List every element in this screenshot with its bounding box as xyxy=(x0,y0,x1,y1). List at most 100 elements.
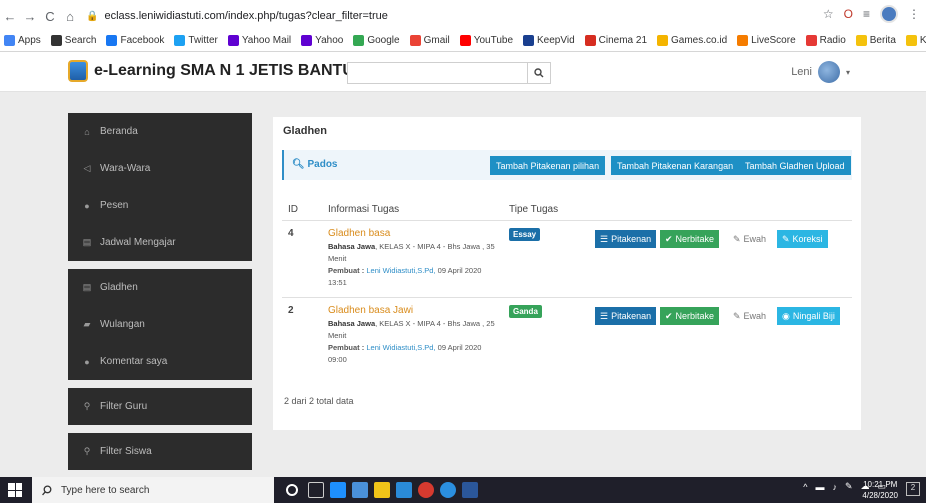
bookmark-item[interactable]: Search xyxy=(50,34,96,46)
sidebar-item-wulangan[interactable]: ▰ Wulangan xyxy=(68,306,252,343)
pagination-summary: 2 dari 2 total data xyxy=(284,396,354,406)
bookmark-item[interactable]: Radio xyxy=(805,34,846,46)
nerbitake-button[interactable]: ✔ Nerbitake xyxy=(660,230,720,248)
menu-icon[interactable]: ⋮ xyxy=(908,7,920,21)
sidebar-group: ▤ Gladhen ▰ Wulangan ● Komentar saya xyxy=(68,269,252,380)
chevron-up-icon[interactable]: ^ xyxy=(803,482,807,492)
volume-icon[interactable]: ♪ xyxy=(832,482,837,492)
address-bar[interactable]: 🔒 eclass.leniwidiastuti.com/index.php/tu… xyxy=(86,5,786,27)
sidebar-item-komentar-saya[interactable]: ● Komentar saya xyxy=(68,343,252,380)
type-badge-essay: Essay xyxy=(509,228,541,241)
bookmark-icon xyxy=(459,34,471,46)
task-title-link[interactable]: Gladhen basa xyxy=(328,228,390,239)
avatar xyxy=(817,61,840,83)
bookmark-item[interactable]: KeepVid xyxy=(523,34,575,46)
address-row: ← → C ⌂ 🔒 eclass.leniwidiastuti.com/inde… xyxy=(0,4,926,28)
author-link[interactable]: Leni Widiastuti,S.Pd, xyxy=(366,343,435,352)
eye-icon: ◉ xyxy=(782,310,790,321)
taskbar-search[interactable]: Type here to search xyxy=(32,477,274,503)
pados-toggle[interactable]: 🔍︎ Pados xyxy=(292,159,338,170)
bookmark-item[interactable]: Berita xyxy=(855,34,896,46)
home-icon: ⌂ xyxy=(84,126,90,137)
bookmark-item[interactable]: Cinema 21 xyxy=(584,34,647,46)
sidebar-item-jadwal-mengajar[interactable]: ▤ Jadwal Mengajar xyxy=(68,224,252,261)
add-choice-question-button[interactable]: Tambah Pitakenan pilihan xyxy=(490,156,606,175)
search-button[interactable] xyxy=(527,62,551,84)
opera-icon[interactable]: O xyxy=(844,7,853,21)
pitakenan-button[interactable]: ☰ Pitakenan xyxy=(595,230,657,248)
user-menu[interactable]: Leni ▾ xyxy=(791,61,850,83)
extension-icon[interactable]: ≡ xyxy=(863,7,870,21)
home-button[interactable]: ⌂ xyxy=(60,6,80,26)
edge-icon[interactable] xyxy=(330,482,346,498)
add-essay-question-button[interactable]: Tambah Pitakenan Karangan xyxy=(611,156,740,175)
star-icon[interactable]: ☆ xyxy=(823,7,834,21)
bookmark-item[interactable]: Komik xyxy=(905,34,926,46)
author-link[interactable]: Leni Widiastuti,S.Pd, xyxy=(366,266,435,275)
bookmark-item[interactable]: YouTube xyxy=(459,34,513,46)
main-panel: Gladhen 🔍︎ Pados Tambah Pitakenan piliha… xyxy=(273,117,861,430)
bookmark-label: Google xyxy=(367,34,400,46)
ewah-button[interactable]: ✎ Ewah xyxy=(728,307,772,325)
clock[interactable]: 10:21 PM 4/28/2020 xyxy=(862,479,898,501)
taskbar: Type here to search ^ ▬ ♪ ✎ ☁ ▭ 10:21 PM… xyxy=(0,477,926,503)
koreksi-button[interactable]: ✎ Koreksi xyxy=(777,230,828,248)
network-icon[interactable]: ▬ xyxy=(815,482,824,492)
bookmark-item[interactable]: Gmail xyxy=(409,34,450,46)
cortana-icon[interactable] xyxy=(286,484,298,496)
bookmark-item[interactable]: Apps xyxy=(4,34,41,46)
back-button[interactable]: ← xyxy=(0,6,20,26)
sidebar-item-filter-siswa[interactable]: ⚲ Filter Siswa xyxy=(68,433,252,470)
sidebar-item-label: Beranda xyxy=(100,126,138,137)
bookmark-label: Yahoo Mail xyxy=(241,34,292,46)
bookmark-label: Twitter xyxy=(188,34,218,46)
bookmark-item[interactable]: Games.co.id xyxy=(657,34,727,46)
column-header-type: Tipe Tugas xyxy=(509,204,559,215)
search-input[interactable] xyxy=(347,62,527,84)
windows-start-icon[interactable] xyxy=(8,483,22,497)
book-icon: ▰ xyxy=(83,319,91,329)
sidebar-item-beranda[interactable]: ⌂ Beranda xyxy=(68,113,252,150)
bookmark-item[interactable]: LiveScore xyxy=(737,34,796,46)
bookmark-icon xyxy=(584,34,596,46)
store-icon[interactable] xyxy=(374,482,390,498)
bookmark-label: Facebook xyxy=(120,34,165,46)
sidebar-item-gladhen[interactable]: ▤ Gladhen xyxy=(68,269,252,306)
word-icon[interactable] xyxy=(462,482,478,498)
forward-button[interactable]: → xyxy=(20,6,40,26)
brand[interactable]: e-Learning SMA N 1 JETIS BANTUL xyxy=(68,60,364,82)
sidebar-item-wara-wara[interactable]: ◁ Wara-Wara xyxy=(68,150,252,187)
bookmark-icon xyxy=(905,34,917,46)
task-view-icon[interactable] xyxy=(308,482,324,498)
bookmark-item[interactable]: Yahoo xyxy=(301,34,343,46)
bookmark-label: Berita xyxy=(869,34,896,46)
ningali-biji-button[interactable]: ◉ Ningali Biji xyxy=(777,307,840,325)
type-badge-ganda: Ganda xyxy=(509,305,542,318)
reload-button[interactable]: C xyxy=(40,6,60,26)
chrome-icon[interactable] xyxy=(418,482,434,498)
pitakenan-button[interactable]: ☰ Pitakenan xyxy=(595,307,657,325)
check-icon: ✔ xyxy=(665,310,673,321)
caret-down-icon: ▾ xyxy=(845,67,850,77)
site-header: e-Learning SMA N 1 JETIS BANTUL Leni ▾ xyxy=(0,52,926,92)
app-icon[interactable] xyxy=(440,482,456,498)
bookmark-item[interactable]: Google xyxy=(353,34,400,46)
task-id: 4 xyxy=(288,228,294,239)
bookmark-item[interactable]: Facebook xyxy=(106,34,165,46)
bookmark-icon xyxy=(4,34,15,46)
bookmark-item[interactable]: Yahoo Mail xyxy=(227,34,292,46)
sidebar-item-pesen[interactable]: ● Pesen xyxy=(68,187,252,224)
ewah-button[interactable]: ✎ Ewah xyxy=(728,230,772,248)
nerbitake-button[interactable]: ✔ Nerbitake xyxy=(660,307,720,325)
bookmark-icon xyxy=(523,34,535,46)
computer-icon[interactable] xyxy=(352,482,368,498)
row-divider xyxy=(282,297,852,298)
bookmark-item[interactable]: Twitter xyxy=(174,34,218,46)
task-title-link[interactable]: Gladhen basa Jawi xyxy=(328,305,413,316)
pen-icon[interactable]: ✎ xyxy=(845,481,853,492)
add-upload-exercise-button[interactable]: Tambah Gladhen Upload xyxy=(739,156,851,175)
notification-icon[interactable]: 2 xyxy=(906,482,920,496)
sidebar-item-filter-guru[interactable]: ⚲ Filter Guru xyxy=(68,388,252,425)
mail-icon[interactable] xyxy=(396,482,412,498)
profile-avatar[interactable] xyxy=(880,5,898,23)
